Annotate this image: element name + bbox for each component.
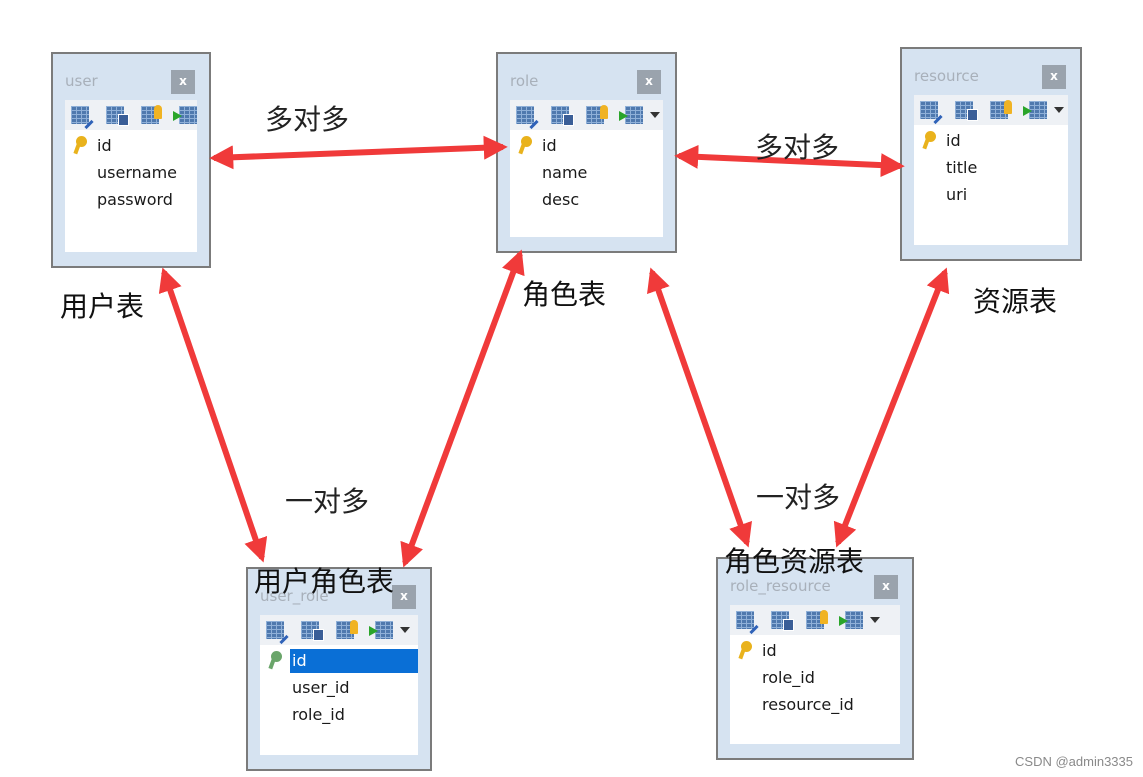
watermark: CSDN @admin3335 <box>1015 754 1133 769</box>
caption-role: 角色表 <box>522 278 607 311</box>
caption-user: 用户表 <box>60 290 145 323</box>
arrow-user-role <box>209 135 508 170</box>
caption-user-role: 用户角色表 <box>254 565 395 598</box>
relation-label-role-resource: 多对多 <box>755 131 840 164</box>
caption-role-resource: 角色资源表 <box>724 545 865 578</box>
relation-label-user-role: 多对多 <box>265 103 350 136</box>
relation-label-roleresource: 一对多 <box>756 481 841 514</box>
arrow-user-userrole <box>158 267 268 563</box>
arrow-role-roleresource <box>647 267 752 548</box>
relation-label-userrole: 一对多 <box>285 485 370 518</box>
caption-resource: 资源表 <box>973 285 1058 318</box>
arrow-role-userrole <box>400 249 525 568</box>
arrow-resource-roleresource <box>833 267 950 548</box>
relation-arrows <box>158 135 950 568</box>
